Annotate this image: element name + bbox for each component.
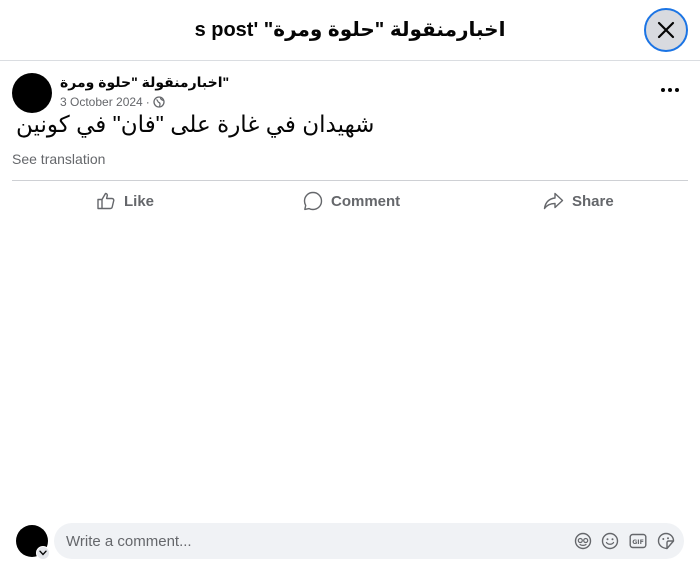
gif-button[interactable]: GIF [628, 531, 648, 551]
more-options-icon [661, 88, 665, 92]
close-button[interactable] [644, 8, 688, 52]
sticker-icon [657, 532, 675, 550]
emoji-icon [601, 532, 619, 550]
comment-label: Comment [331, 192, 401, 210]
author-name[interactable]: "اخبارمنقولة "حلوة ومرة [60, 74, 229, 91]
share-label: Share [572, 192, 614, 210]
close-icon [657, 21, 675, 39]
more-options-button[interactable] [656, 78, 684, 102]
author-avatar[interactable] [12, 73, 52, 113]
like-icon [97, 192, 115, 210]
meta-separator: · [145, 95, 150, 109]
avatar-sticker-icon [574, 532, 592, 550]
svg-text:GIF: GIF [632, 539, 644, 546]
see-translation-link[interactable]: See translation [12, 151, 105, 167]
actions-divider [12, 180, 688, 181]
account-switcher-badge[interactable] [36, 546, 50, 560]
comment-button[interactable]: Comment [303, 186, 400, 216]
share-icon [543, 192, 564, 210]
chevron-down-icon [39, 550, 47, 556]
globe-icon [153, 96, 165, 108]
dialog-title: اخبارمنقولة "حلوة ومرة" 's post [194, 19, 506, 41]
like-label: Like [124, 192, 155, 210]
comment-composer: GIF [54, 523, 684, 559]
dialog-header: اخبارمنقولة "حلوة ومرة" 's post [0, 0, 700, 61]
comment-input[interactable] [66, 523, 546, 559]
post-date[interactable]: 3 October 2024 [60, 95, 143, 109]
sticker-button[interactable] [656, 531, 676, 551]
post-meta: 3 October 2024 · [60, 95, 165, 109]
emoji-button[interactable] [600, 531, 620, 551]
gif-icon: GIF [629, 533, 647, 549]
comment-icon [303, 191, 323, 211]
post-text: شهيدان في غارة على "فان" في كونين [16, 111, 375, 137]
like-button[interactable]: Like [96, 186, 154, 216]
share-button[interactable]: Share [543, 186, 614, 216]
avatar-sticker-button[interactable] [573, 531, 593, 551]
